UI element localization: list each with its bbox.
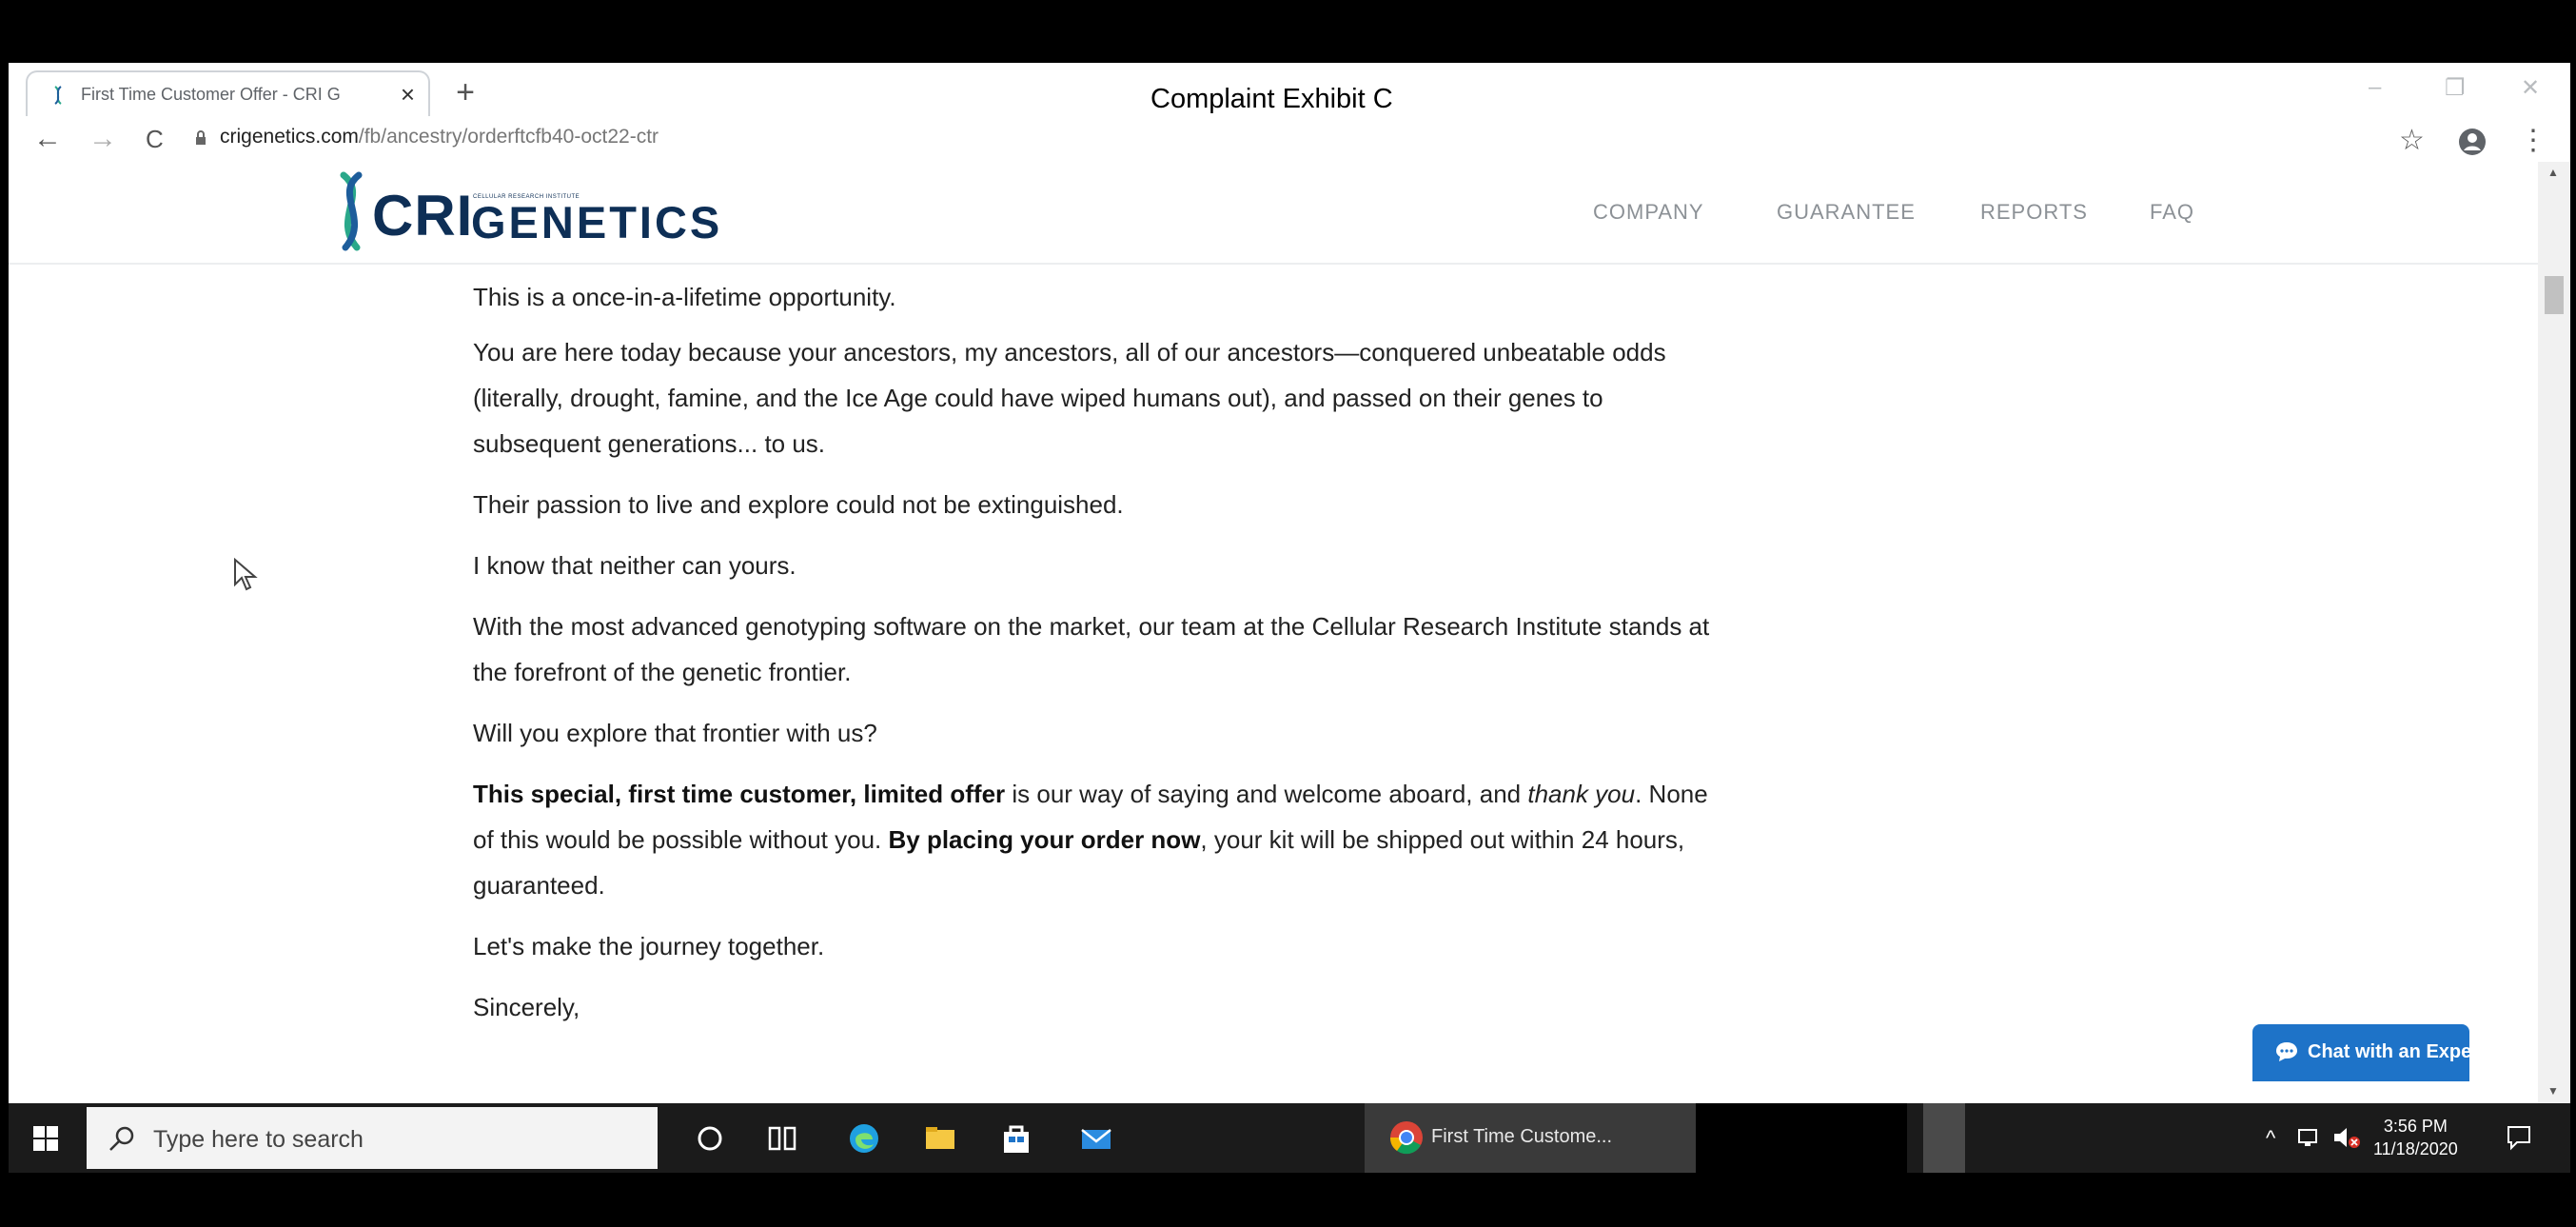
paragraph: I know that neither can yours.: [473, 551, 796, 580]
clock-date: 11/18/2020: [2373, 1139, 2458, 1158]
tab-bar: First Time Customer Offer - CRI G × + Co…: [9, 63, 2570, 118]
search-placeholder: Type here to search: [153, 1126, 364, 1153]
volume-muted-icon[interactable]: [2332, 1126, 2361, 1149]
chat-with-expert-button[interactable]: Chat with an Expert: [2252, 1024, 2486, 1081]
profile-avatar-icon[interactable]: [2458, 128, 2487, 156]
exhibit-caption: Complaint Exhibit C: [1150, 84, 1393, 114]
new-tab-button[interactable]: +: [448, 76, 482, 110]
scrollbar-thumb[interactable]: [2545, 276, 2564, 314]
task-view-icon[interactable]: [764, 1120, 800, 1157]
letter-body: This is a once-in-a-lifetime opportunity…: [473, 274, 1729, 1045]
scroll-up-icon[interactable]: ▲: [2547, 166, 2559, 179]
search-icon: [109, 1126, 134, 1151]
browser-toolbar: ← → C crigenetics.com/fb/ancestry/orderf…: [9, 118, 2570, 162]
edge-icon[interactable]: [846, 1120, 882, 1157]
site-header: CRI CELLULAR RESEARCH INSTITUTE GENETICS…: [9, 162, 2538, 265]
clock-time: 3:56 PM: [2383, 1117, 2448, 1136]
chat-bubble-icon: [2276, 1042, 2297, 1061]
paragraph: This special, first time customer, limit…: [473, 771, 1729, 908]
forward-arrow-icon[interactable]: →: [88, 122, 117, 156]
logo-cri[interactable]: CRI: [372, 183, 473, 248]
url-path: /fb/ancestry/orderftcfb40-oct22-ctr: [358, 126, 659, 148]
tab-title: First Time Customer Offer - CRI G: [81, 85, 341, 104]
chrome-taskbar-item[interactable]: First Time Custome...: [1365, 1103, 1696, 1173]
tab-close-icon[interactable]: ×: [401, 80, 415, 109]
address-bar[interactable]: crigenetics.com/fb/ancestry/orderftcfb40…: [220, 126, 659, 148]
bold-offer-text: This special, first time customer, limit…: [473, 780, 1006, 808]
taskbar-search-box[interactable]: Type here to search: [87, 1107, 658, 1169]
url-domain: crigenetics.com: [220, 126, 359, 148]
cortana-icon[interactable]: [692, 1120, 728, 1157]
close-window-icon[interactable]: ✕: [2521, 74, 2540, 102]
nav-company[interactable]: COMPANY: [1593, 200, 1704, 225]
bold-order-text: By placing your order now: [888, 825, 1201, 854]
tray-chevron-icon[interactable]: ^: [2266, 1126, 2275, 1151]
dna-favicon-icon: [54, 86, 62, 105]
windows-taskbar: Type here to search First Time Custome..…: [9, 1103, 2570, 1173]
mail-icon[interactable]: [1078, 1120, 1114, 1157]
paragraph: Sincerely,: [473, 993, 580, 1021]
paragraph: You are here today because your ancestor…: [473, 338, 1666, 458]
network-icon[interactable]: [2297, 1126, 2324, 1149]
paragraph: This is a once-in-a-lifetime opportunity…: [473, 283, 896, 311]
chat-button-label: Chat with an Expert: [2308, 1041, 2486, 1062]
bookmark-star-icon[interactable]: ☆: [2399, 124, 2425, 157]
paragraph: Let's make the journey together.: [473, 932, 825, 960]
minimize-icon[interactable]: –: [2369, 74, 2381, 101]
taskbar-item[interactable]: [1923, 1103, 1965, 1173]
dna-logo-icon[interactable]: [323, 169, 380, 253]
taskbar-item[interactable]: [1696, 1103, 1907, 1173]
browser-window: First Time Customer Offer - CRI G × + Co…: [9, 63, 2570, 1103]
menu-dots-icon[interactable]: ⋮: [2519, 124, 2547, 157]
paragraph-text: is our way of saying and welcome aboard,…: [1005, 780, 1528, 808]
chrome-task-label: First Time Custome...: [1431, 1126, 1613, 1147]
restore-icon[interactable]: ❐: [2445, 74, 2466, 102]
paragraph: With the most advanced genotyping softwa…: [473, 612, 1710, 686]
nav-faq[interactable]: FAQ: [2150, 200, 2194, 225]
page-scrollbar[interactable]: ▲ ▼: [2538, 162, 2570, 1103]
windows-start-icon[interactable]: [33, 1126, 58, 1151]
notification-center-icon[interactable]: [2506, 1124, 2532, 1151]
paragraph: Will you explore that frontier with us?: [473, 719, 877, 747]
browser-tab[interactable]: First Time Customer Offer - CRI G ×: [26, 70, 430, 116]
nav-reports[interactable]: REPORTS: [1980, 200, 2088, 225]
italic-text: thank you: [1527, 780, 1636, 808]
lock-icon: [196, 130, 206, 145]
nav-guarantee[interactable]: GUARANTEE: [1777, 200, 1916, 225]
reload-icon[interactable]: C: [146, 122, 164, 156]
logo-genetics[interactable]: GENETICS: [471, 196, 722, 248]
store-icon[interactable]: [998, 1120, 1034, 1157]
page-viewport: CRI CELLULAR RESEARCH INSTITUTE GENETICS…: [9, 162, 2538, 1103]
chrome-icon: [1389, 1121, 1423, 1155]
mouse-cursor-icon: [234, 558, 258, 591]
file-explorer-icon[interactable]: [922, 1120, 958, 1157]
paragraph: Their passion to live and explore could …: [473, 490, 1124, 519]
scroll-down-icon[interactable]: ▼: [2547, 1084, 2559, 1098]
system-clock[interactable]: 3:56 PM 11/18/2020: [2373, 1115, 2458, 1160]
back-arrow-icon[interactable]: ←: [33, 122, 62, 156]
